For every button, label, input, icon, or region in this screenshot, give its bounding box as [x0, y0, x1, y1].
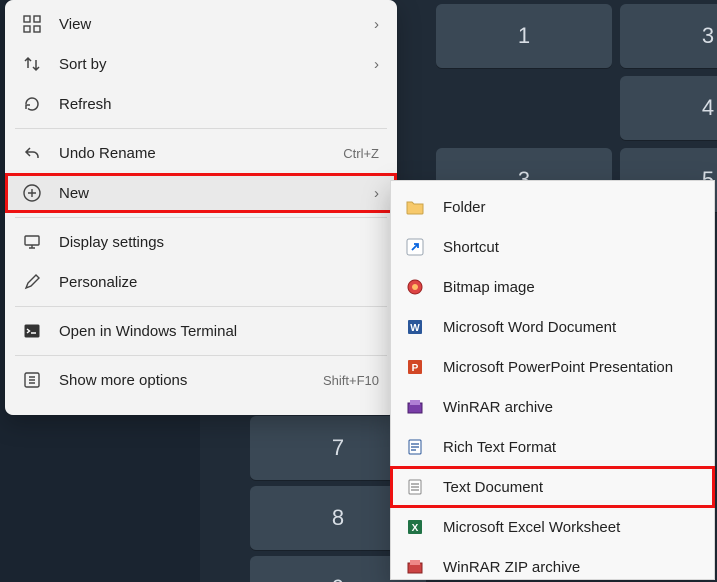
word-icon: W — [405, 317, 425, 337]
shortcut-icon — [405, 237, 425, 257]
keypad-key[interactable]: 3 — [620, 4, 717, 68]
svg-text:W: W — [410, 323, 420, 334]
submenu-item-label: Microsoft Word Document — [443, 319, 616, 336]
menu-item-undo-rename[interactable]: Undo Rename Ctrl+Z — [5, 133, 397, 173]
undo-icon — [21, 142, 43, 164]
svg-text:X: X — [412, 523, 419, 534]
chevron-right-icon: › — [361, 56, 379, 73]
submenu-item-label: Text Document — [443, 479, 543, 496]
keypad-key-label: 7 — [332, 435, 344, 461]
powerpoint-icon: P — [405, 357, 425, 377]
submenu-item-shortcut[interactable]: Shortcut — [391, 227, 714, 267]
submenu-item-label: Shortcut — [443, 239, 499, 256]
keypad-key-label: 8 — [332, 505, 344, 531]
chevron-right-icon: › — [361, 185, 379, 202]
menu-item-refresh[interactable]: Refresh — [5, 84, 397, 124]
menu-item-label: Sort by — [59, 56, 353, 73]
submenu-item-bitmap[interactable]: Bitmap image — [391, 267, 714, 307]
menu-item-show-more-options[interactable]: Show more options Shift+F10 — [5, 360, 397, 400]
display-icon — [21, 231, 43, 253]
new-icon — [21, 182, 43, 204]
menu-item-label: Show more options — [59, 372, 315, 389]
submenu-item-label: WinRAR ZIP archive — [443, 559, 580, 576]
submenu-item-powerpoint[interactable]: P Microsoft PowerPoint Presentation — [391, 347, 714, 387]
personalize-icon — [21, 271, 43, 293]
menu-item-accelerator: Shift+F10 — [323, 373, 379, 388]
menu-item-label: Undo Rename — [59, 145, 335, 162]
submenu-item-excel[interactable]: X Microsoft Excel Worksheet — [391, 507, 714, 547]
menu-item-view[interactable]: View › — [5, 4, 397, 44]
submenu-item-text-document[interactable]: Text Document — [391, 467, 714, 507]
svg-text:P: P — [412, 363, 419, 374]
menu-item-label: Personalize — [59, 274, 379, 291]
bitmap-icon — [405, 277, 425, 297]
menu-item-open-terminal[interactable]: Open in Windows Terminal — [5, 311, 397, 351]
viewport: 1 3 4 3 5 0 7 8 9 View › Sor — [0, 0, 717, 582]
submenu-item-winrar-zip[interactable]: WinRAR ZIP archive — [391, 547, 714, 582]
menu-item-sort-by[interactable]: Sort by › — [5, 44, 397, 84]
submenu-item-label: Bitmap image — [443, 279, 535, 296]
more-options-icon — [21, 369, 43, 391]
keypad-key-label: 9 — [332, 575, 344, 582]
menu-item-display-settings[interactable]: Display settings — [5, 222, 397, 262]
desktop-context-menu: View › Sort by › Refresh — [5, 0, 397, 415]
keypad-key-label: 3 — [702, 23, 714, 49]
menu-item-label: Display settings — [59, 234, 379, 251]
chevron-right-icon: › — [361, 16, 379, 33]
refresh-icon — [21, 93, 43, 115]
terminal-icon — [21, 320, 43, 342]
submenu-item-label: Rich Text Format — [443, 439, 556, 456]
view-icon — [21, 13, 43, 35]
submenu-item-label: Microsoft Excel Worksheet — [443, 519, 620, 536]
keypad-key-label: 4 — [702, 95, 714, 121]
new-submenu: Folder Shortcut Bitmap image W Microsoft… — [390, 180, 715, 580]
folder-icon — [405, 197, 425, 217]
menu-separator — [15, 306, 387, 307]
menu-item-label: Open in Windows Terminal — [59, 323, 379, 340]
keypad-key-label: 1 — [518, 23, 530, 49]
keypad-key[interactable]: 4 — [620, 76, 717, 140]
winrar-zip-icon — [405, 557, 425, 577]
submenu-item-label: Microsoft PowerPoint Presentation — [443, 359, 673, 376]
menu-item-label: New — [59, 185, 353, 202]
menu-separator — [15, 355, 387, 356]
submenu-item-word[interactable]: W Microsoft Word Document — [391, 307, 714, 347]
submenu-item-label: Folder — [443, 199, 486, 216]
menu-item-personalize[interactable]: Personalize — [5, 262, 397, 302]
text-document-icon — [405, 477, 425, 497]
menu-item-label: View — [59, 16, 353, 33]
rtf-icon — [405, 437, 425, 457]
keypad-key[interactable]: 1 — [436, 4, 612, 68]
menu-separator — [15, 217, 387, 218]
menu-item-accelerator: Ctrl+Z — [343, 146, 379, 161]
sort-icon — [21, 53, 43, 75]
menu-item-new[interactable]: New › — [5, 173, 397, 213]
menu-item-label: Refresh — [59, 96, 379, 113]
submenu-item-rtf[interactable]: Rich Text Format — [391, 427, 714, 467]
excel-icon: X — [405, 517, 425, 537]
winrar-icon — [405, 397, 425, 417]
submenu-item-winrar[interactable]: WinRAR archive — [391, 387, 714, 427]
submenu-item-folder[interactable]: Folder — [391, 187, 714, 227]
submenu-item-label: WinRAR archive — [443, 399, 553, 416]
menu-separator — [15, 128, 387, 129]
